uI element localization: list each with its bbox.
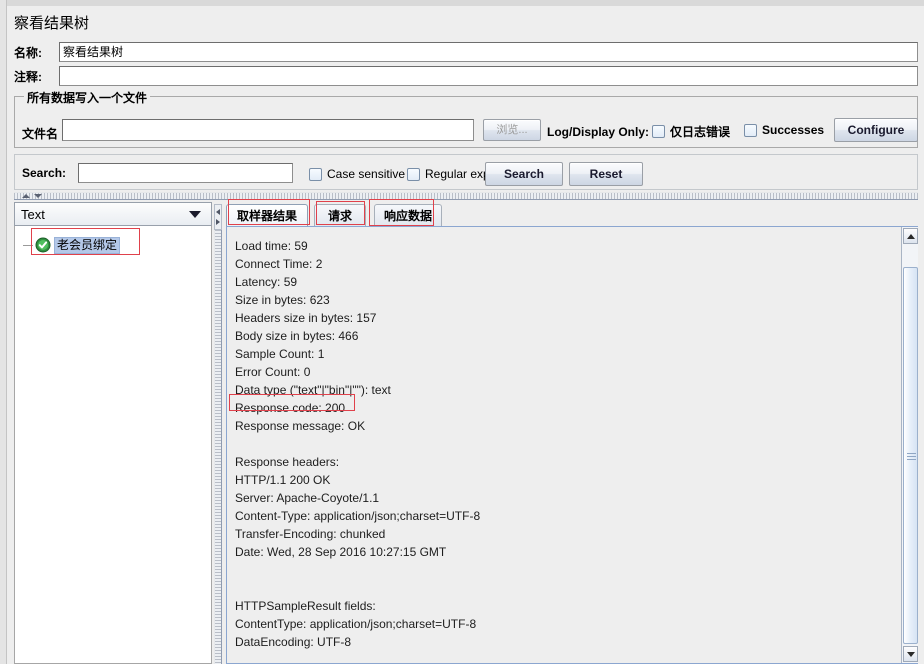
nub-left-arrow-icon[interactable] [216, 209, 220, 215]
checkbox-box-case-sensitive[interactable] [309, 167, 322, 181]
case-sensitive-checkbox[interactable]: Case sensitive [309, 167, 405, 181]
result-line: Content-Type: application/json;charset=U… [235, 509, 481, 523]
search-label: Search: [22, 166, 67, 180]
result-line: Connect Time: 2 [235, 257, 323, 271]
filename-input[interactable] [62, 119, 474, 141]
result-line: Latency: 59 [235, 275, 298, 289]
tab-request[interactable]: 请求 [314, 204, 366, 226]
app-window: 察看结果树 名称: 察看结果树 注释: 所有数据写入一个文件 文件名 浏览...… [0, 0, 924, 664]
result-line: Response code: 200 [235, 401, 346, 415]
search-button[interactable]: Search [485, 162, 563, 186]
result-line: Data type ("text"|"bin"|""): text [235, 383, 391, 397]
split-collapse-down-icon[interactable] [34, 194, 42, 198]
sampler-result-content[interactable]: Load time: 59 Connect Time: 2 Latency: 59 S… [226, 226, 918, 664]
result-line: Headers size in bytes: 157 [235, 311, 377, 325]
renderer-combobox-value: Text [21, 206, 45, 222]
result-line: Body size in bytes: 466 [235, 329, 359, 343]
reset-button[interactable]: Reset [569, 162, 643, 186]
horizontal-split-divider[interactable] [14, 192, 918, 200]
result-line: Sample Count: 1 [235, 347, 325, 361]
result-line: HTTP/1.1 200 OK [235, 473, 331, 487]
scroll-down-button[interactable] [903, 646, 918, 662]
configure-button[interactable]: Configure [834, 118, 918, 142]
regular-exp-label: Regular exp. [425, 167, 494, 181]
search-input[interactable] [78, 163, 293, 183]
scroll-up-button[interactable] [903, 228, 918, 244]
comment-row: 注释: [14, 66, 918, 86]
log-display-only-label: Log/Display Only: [547, 125, 650, 139]
result-line: Error Count: 0 [235, 365, 311, 379]
tree-branch-line [23, 244, 33, 246]
scroll-up-arrow-icon [906, 233, 915, 239]
write-all-data-title: 所有数据写入一个文件 [24, 89, 151, 106]
name-input[interactable]: 察看结果树 [59, 42, 918, 62]
window-chrome-left [0, 0, 7, 664]
comment-input[interactable] [59, 66, 918, 86]
result-line: Response message: OK [235, 419, 366, 433]
result-line: DataEncoding: UTF-8 [235, 635, 352, 649]
filename-label: 文件名 [22, 127, 59, 141]
errors-only-label: 仅日志错误 [670, 125, 731, 139]
split-collapse-up-icon[interactable] [22, 194, 30, 198]
result-line: Date: Wed, 28 Sep 2016 10:27:15 GMT [235, 545, 447, 559]
scrollbar-thumb[interactable] [903, 267, 918, 644]
result-line: HTTPSampleResult fields: [235, 599, 376, 613]
result-line: Server: Apache-Coyote/1.1 [235, 491, 380, 505]
scrollbar-grip-icon [907, 453, 916, 460]
name-label: 名称: [14, 46, 42, 60]
result-line: ContentType: application/json;charset=UT… [235, 617, 477, 631]
successes-checkbox[interactable]: Successes [744, 123, 824, 137]
green-shield-success-icon [35, 237, 51, 253]
results-vertical-scrollbar[interactable] [901, 227, 918, 663]
scroll-down-arrow-icon [906, 651, 915, 657]
successes-label: Successes [762, 123, 825, 137]
tree-item-row[interactable]: 老会员绑定 [23, 236, 121, 254]
tab-sampler-result[interactable]: 取样器结果 [226, 204, 308, 226]
checkbox-box-successes[interactable] [744, 123, 757, 137]
result-tabs: 取样器结果 请求 响应数据 [226, 204, 918, 226]
chevron-down-icon[interactable] [189, 210, 201, 218]
split-nub[interactable] [214, 204, 222, 230]
renderer-combobox[interactable]: Text [14, 202, 212, 226]
results-tree-panel[interactable]: 老会员绑定 [14, 226, 212, 664]
nub-right-arrow-icon[interactable] [216, 219, 220, 225]
errors-only-checkbox[interactable]: 仅日志错误 [652, 123, 730, 140]
name-row: 名称: 察看结果树 [14, 42, 918, 62]
result-line: Response headers: [235, 455, 340, 469]
tab-response-data[interactable]: 响应数据 [374, 204, 442, 226]
checkbox-box-errors-only[interactable] [652, 125, 665, 138]
view-results-tree-panel: 察看结果树 名称: 察看结果树 注释: 所有数据写入一个文件 文件名 浏览...… [8, 6, 924, 664]
vertical-split-divider[interactable] [214, 230, 222, 664]
comment-label: 注释: [14, 70, 42, 84]
checkbox-box-regular-exp[interactable] [407, 167, 420, 181]
tree-item-label[interactable]: 老会员绑定 [54, 236, 121, 254]
case-sensitive-label: Case sensitive [327, 167, 406, 181]
browse-button[interactable]: 浏览... [483, 119, 541, 141]
result-line: Transfer-Encoding: chunked [235, 527, 386, 541]
result-line: Size in bytes: 623 [235, 293, 330, 307]
result-line: Load time: 59 [235, 239, 308, 253]
regular-exp-checkbox[interactable]: Regular exp. [407, 167, 493, 181]
page-title: 察看结果树 [14, 15, 90, 32]
